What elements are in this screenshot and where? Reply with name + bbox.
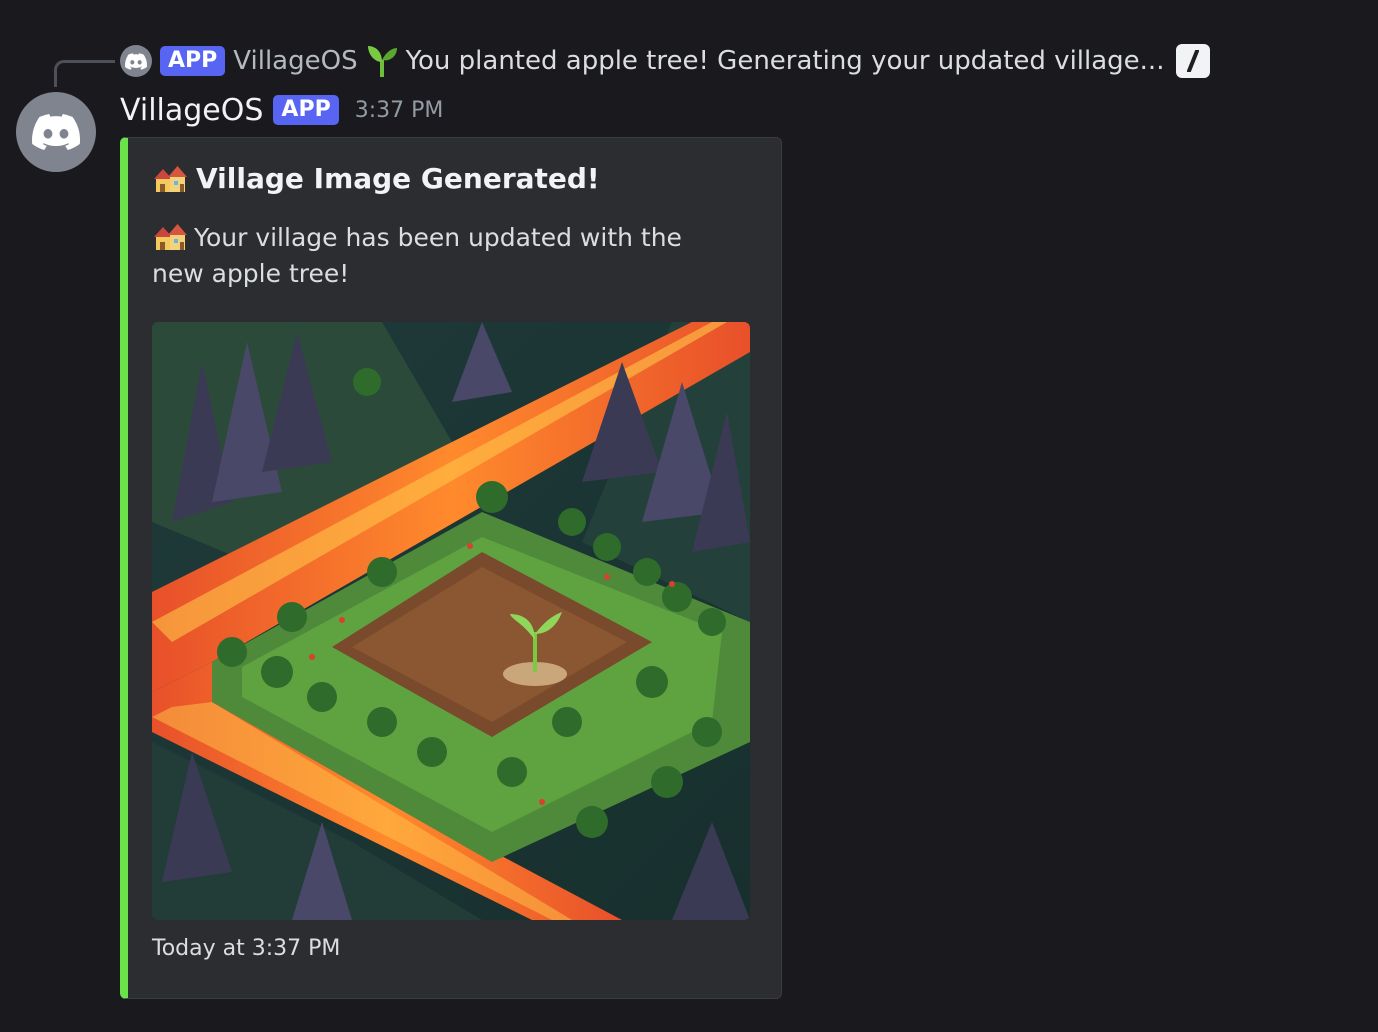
embed-description-text: Your village has been updated with the n… [152,223,682,288]
houses-icon [154,165,187,192]
message-embed: Village Image Generated! Your village ha… [120,137,782,999]
embed-title-text: Village Image Generated! [196,162,600,195]
embed-description: Your village has been updated with the n… [152,220,732,292]
message-timestamp[interactable]: 3:37 PM [355,98,444,123]
houses-icon [154,224,187,250]
author-name[interactable]: VillageOS [120,93,263,128]
discord-logo-icon [125,52,147,70]
embed-footer: Today at 3:37 PM [152,936,341,961]
discord-logo-icon [32,114,80,150]
reply-connector [54,60,115,87]
reply-author-name[interactable]: VillageOS [233,46,357,76]
message-header: VillageOS APP 3:37 PM [120,90,443,130]
reply-app-badge: APP [160,46,226,76]
embed-title: Village Image Generated! [152,162,600,195]
reply-message-text[interactable]: You planted apple tree! Generating your … [406,46,1165,76]
reply-avatar[interactable] [120,45,152,77]
app-badge: APP [273,95,339,125]
reply-reference[interactable]: APP VillageOS You planted apple tree! Ge… [120,44,1211,78]
author-avatar[interactable] [16,92,96,172]
village-image[interactable] [152,322,750,920]
slash-command-icon[interactable] [1176,44,1211,78]
village-pixel-art-image [152,322,750,920]
chat-message-area: APP VillageOS You planted apple tree! Ge… [0,0,1378,1032]
seedling-icon [367,46,397,77]
